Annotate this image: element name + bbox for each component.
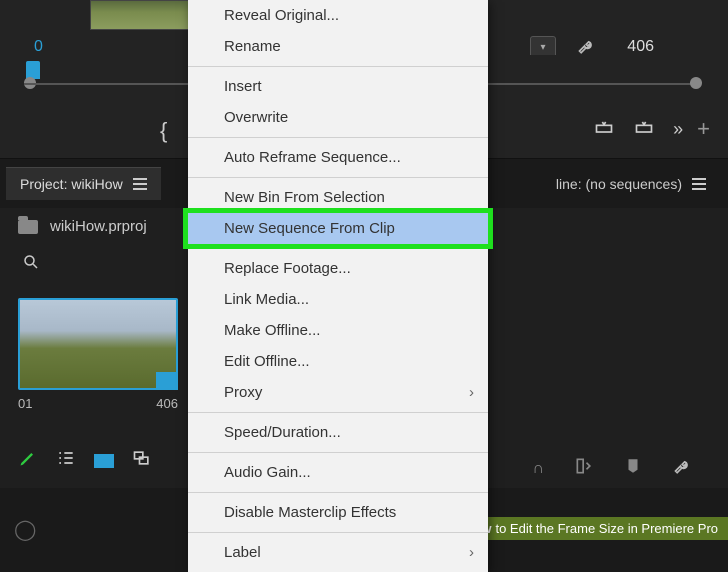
snap-icon[interactable]: ∩ xyxy=(533,460,545,478)
ctx-item-new-sequence-from-clip[interactable]: New Sequence From Clip xyxy=(188,213,488,244)
project-filename: wikiHow.prproj xyxy=(50,218,147,235)
ctx-divider xyxy=(188,248,488,249)
freeform-view-icon[interactable] xyxy=(132,448,152,473)
panel-menu-icon[interactable] xyxy=(692,178,706,190)
ctx-item-rename[interactable]: Rename xyxy=(188,31,488,62)
clip-thumbnail[interactable]: 01 406 xyxy=(18,298,178,411)
linked-selection-icon[interactable] xyxy=(574,456,594,481)
pen-icon[interactable] xyxy=(18,448,38,473)
clip-preview-image xyxy=(18,298,178,390)
list-view-icon[interactable] xyxy=(56,448,76,473)
timeline-tab-label: line: (no sequences) xyxy=(556,176,682,192)
ctx-item-insert[interactable]: Insert xyxy=(188,71,488,102)
ctx-item-overwrite[interactable]: Overwrite xyxy=(188,102,488,133)
clip-start-frame: 01 xyxy=(18,396,32,411)
ctx-item-make-offline[interactable]: Make Offline... xyxy=(188,315,488,346)
insert-icon[interactable] xyxy=(593,117,615,142)
ruler-end-handle[interactable] xyxy=(690,77,702,89)
project-tab-label: Project: wikiHow xyxy=(20,176,123,192)
ctx-item-link-media[interactable]: Link Media... xyxy=(188,284,488,315)
ctx-divider xyxy=(188,177,488,178)
add-button-icon[interactable]: + xyxy=(697,116,710,142)
ctx-item-label[interactable]: Label xyxy=(188,537,488,568)
project-view-tools xyxy=(18,448,152,473)
panel-menu-icon[interactable] xyxy=(133,178,147,190)
clip-thumbnail-strip xyxy=(90,0,190,30)
ctx-divider xyxy=(188,532,488,533)
marker-icon[interactable] xyxy=(624,457,642,480)
ctx-divider xyxy=(188,492,488,493)
ctx-item-auto-reframe-sequence[interactable]: Auto Reframe Sequence... xyxy=(188,142,488,173)
ctx-divider xyxy=(188,452,488,453)
timecode-end[interactable]: 406 xyxy=(627,38,654,56)
folder-icon xyxy=(18,220,38,234)
settings-wrench-icon[interactable] xyxy=(672,456,694,481)
ctx-item-proxy[interactable]: Proxy xyxy=(188,377,488,408)
ctx-item-disable-masterclip-effects[interactable]: Disable Masterclip Effects xyxy=(188,497,488,528)
search-icon[interactable] xyxy=(22,253,40,276)
overwrite-icon[interactable] xyxy=(633,117,655,142)
ctx-divider xyxy=(188,137,488,138)
clip-end-frame: 406 xyxy=(156,396,178,411)
more-controls-icon[interactable]: » xyxy=(673,119,679,140)
ctx-item-new-bin-from-selection[interactable]: New Bin From Selection xyxy=(188,182,488,213)
clip-badge-icon xyxy=(156,372,178,390)
icon-view-icon[interactable] xyxy=(94,454,114,468)
creative-cloud-icon: ◯ xyxy=(14,517,36,542)
ctx-item-reveal-original[interactable]: Reveal Original... xyxy=(188,0,488,31)
ctx-divider xyxy=(188,66,488,67)
tab-project[interactable]: Project: wikiHow xyxy=(6,167,161,200)
ctx-item-speed-duration[interactable]: Speed/Duration... xyxy=(188,417,488,448)
ctx-divider xyxy=(188,412,488,413)
ctx-item-replace-footage[interactable]: Replace Footage... xyxy=(188,253,488,284)
timecode-start[interactable]: 0 xyxy=(34,38,43,56)
ctx-item-audio-gain[interactable]: Audio Gain... xyxy=(188,457,488,488)
ctx-item-edit-offline[interactable]: Edit Offline... xyxy=(188,346,488,377)
tab-timeline[interactable]: line: (no sequences) xyxy=(542,168,720,200)
context-menu: Reveal Original...Rename InsertOverwrite A… xyxy=(188,0,488,572)
wm-rest: to Edit the Frame Size in Premiere Pro xyxy=(495,521,718,536)
mark-in-out-icon[interactable]: { xyxy=(160,118,167,144)
clip-range-labels: 01 406 xyxy=(18,396,178,411)
timeline-tool-icons: ∩ xyxy=(533,456,695,481)
